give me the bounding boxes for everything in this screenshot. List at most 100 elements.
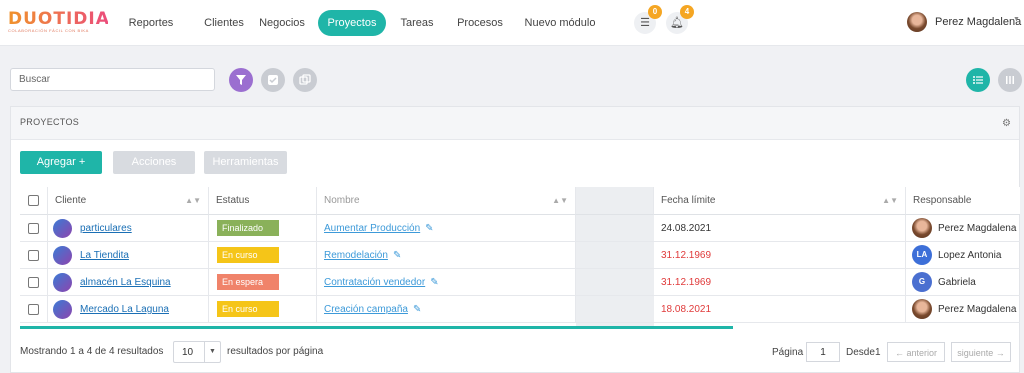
table-row[interactable]: La Tiendita En curso Remodelación ✎ 31.12… [20,242,1020,269]
sort-icon[interactable]: ▲▼ [552,187,568,215]
header-client[interactable]: Cliente ▲▼ [48,187,209,215]
projects-card: PROYECTOS ⚙ Agregar + Acciones Herramien… [10,106,1020,373]
due-cell: 18.08.2021 [654,296,906,323]
name-cell: Contratación vendedor ✎ [317,269,576,296]
filter-icon [236,75,246,85]
header-status[interactable]: Estatus [209,187,317,215]
owner-avatar: LA [912,245,932,265]
sort-icon[interactable]: ▲▼ [185,187,201,215]
filter-button[interactable] [229,68,253,92]
logo[interactable]: DUOTIDIAN COLABORACIÓN FÁCIL CON BIKA [8,10,124,38]
table-row[interactable]: Mercado La Laguna En curso Creación camp… [20,296,1020,323]
client-link[interactable]: Mercado La Laguna [80,304,169,315]
row-checkbox[interactable] [28,223,39,234]
status-badge: En curso [217,247,279,263]
nav-reportes[interactable]: Reportes [120,10,182,36]
messages-badge: 0 [648,5,662,19]
select-all-checkbox[interactable] [28,195,39,206]
user-name: Perez Magdalena [935,16,1022,28]
pencil-icon[interactable]: ✎ [425,223,433,234]
header-hidden [576,187,654,215]
client-link[interactable]: particulares [80,223,132,234]
header-owner[interactable]: Responsable [906,187,1020,215]
due-date: 31.12.1969 [661,250,712,261]
header-client-label: Cliente [55,195,87,206]
header-select-all[interactable] [20,187,48,215]
table-row[interactable]: almacén La Esquina En espera Contratació… [20,269,1020,296]
owner-avatar: G [912,272,932,292]
prev-page-button[interactable]: ← anterior [887,342,945,362]
nav-tareas[interactable]: Tareas [392,10,442,36]
sort-icon[interactable]: ▲▼ [882,187,898,215]
name-cell: Remodelación ✎ [317,242,576,269]
header-status-label: Estatus [216,195,250,206]
status-badge: Finalizado [217,220,279,236]
owner-cell: G Gabriela [906,269,1020,296]
project-link[interactable]: Creación campaña [324,304,408,315]
horizontal-scrollbar[interactable] [20,326,733,329]
add-button[interactable]: Agregar + [20,151,102,174]
status-cell: En curso [209,242,317,269]
bell-icon: 🔔︎ [670,17,684,29]
nav-negocios[interactable]: Negocios [252,10,312,36]
checklist-button[interactable] [261,68,285,92]
project-link[interactable]: Contratación vendedor [324,277,425,288]
owner-avatar [912,218,932,238]
alerts-badge: 4 [680,5,694,19]
status-cell: Finalizado [209,215,317,242]
list-view-button[interactable] [966,68,990,92]
pencil-icon[interactable]: ✎ [430,277,438,288]
project-link[interactable]: Remodelación [324,250,388,261]
client-cell: almacén La Esquina [48,269,209,296]
card-title: PROYECTOS [20,117,80,127]
project-link[interactable]: Aumentar Producción [324,223,420,234]
page-input[interactable] [806,342,840,362]
nav-proyectos[interactable]: Proyectos [318,10,386,36]
client-avatar [53,219,72,238]
header-name[interactable]: Nombre ▲▼ [317,187,576,215]
client-link[interactable]: La Tiendita [80,250,129,261]
owner-cell: Perez Magdalena [906,296,1020,323]
nav-clientes[interactable]: Clientes [190,10,258,36]
status-cell: En curso [209,296,317,323]
table-row[interactable]: particulares Finalizado Aumentar Producc… [20,215,1020,242]
header-due-date[interactable]: Fecha límite ▲▼ [654,187,906,215]
actions-button[interactable]: Acciones [113,151,195,174]
owner-name: Perez Magdalena [938,304,1017,315]
client-cell: particulares [48,215,209,242]
status-cell: En espera [209,269,317,296]
header-owner-label: Responsable [913,195,972,206]
owner-cell: Perez Magdalena [906,215,1020,242]
nav-procesos[interactable]: Procesos [452,10,508,36]
next-page-button[interactable]: siguiente → [951,342,1011,362]
owner-name: Gabriela [938,277,976,288]
row-checkbox[interactable] [28,277,39,288]
due-date: 31.12.1969 [661,277,712,288]
top-navbar: DUOTIDIAN COLABORACIÓN FÁCIL CON BIKA Re… [0,0,1024,46]
tools-button[interactable]: Herramientas [204,151,287,174]
owner-name: Perez Magdalena [938,223,1017,234]
pencil-icon[interactable]: ✎ [393,250,401,261]
pencil-icon[interactable]: ✎ [413,304,421,315]
owner-cell: LA Lopez Antonia [906,242,1020,269]
user-avatar [907,12,927,32]
page-size-select[interactable]: 10 ▼ [173,341,221,363]
column-view-button[interactable] [998,68,1022,92]
due-cell: 31.12.1969 [654,269,906,296]
nav-nuevo-modulo[interactable]: Nuevo módulo [522,10,598,36]
due-cell: 31.12.1969 [654,242,906,269]
alerts-button[interactable]: 🔔︎ 4 [666,5,694,34]
row-checkbox[interactable] [28,304,39,315]
search-input[interactable] [10,68,215,91]
client-avatar [53,246,72,265]
status-badge: En curso [217,301,279,317]
messages-button[interactable]: ☰ 0 [634,5,662,34]
gear-icon[interactable]: ⚙ [1002,118,1011,129]
page-size-value: 10 [182,347,194,358]
due-date: 24.08.2021 [661,223,712,234]
card-header: PROYECTOS ⚙ [11,107,1019,140]
row-checkbox[interactable] [28,250,39,261]
client-link[interactable]: almacén La Esquina [80,277,171,288]
copy-button[interactable] [293,68,317,92]
client-cell: Mercado La Laguna [48,296,209,323]
